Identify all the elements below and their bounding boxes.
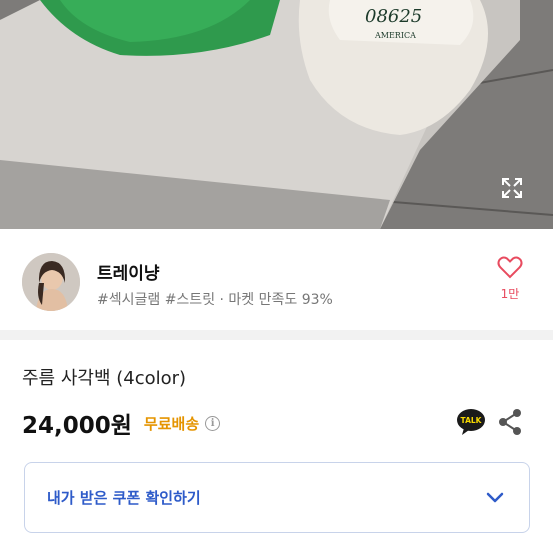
seller-name[interactable]: 트레이냥 (97, 259, 160, 284)
share-icon[interactable] (497, 408, 523, 436)
product-name: 주름 사각백 (4color) (22, 368, 187, 389)
like-count: 1만 (500, 287, 520, 301)
product-price: 24,000원 (22, 413, 132, 439)
cap-logo-text: 08625 (365, 6, 422, 27)
price-row: 24,000원 무료배송 i (22, 406, 221, 440)
like-button[interactable]: 1만 (492, 255, 528, 302)
talk-badge-text: TALK (461, 416, 483, 425)
free-shipping-label: 무료배송 (143, 414, 200, 433)
coupon-check-button[interactable]: 내가 받은 쿠폰 확인하기 (24, 462, 530, 533)
product-photo[interactable]: 08625 AMERICA (0, 0, 553, 229)
kakao-talk-button[interactable]: TALK (456, 408, 486, 436)
seller-section[interactable]: 트레이냥 #섹시글램 #스트릿 · 마켓 만족도 93% 1만 (0, 229, 553, 329)
cap-logo-subtext: AMERICA (374, 31, 416, 40)
photo-illustration: 08625 AMERICA (0, 0, 553, 229)
info-icon[interactable]: i (205, 415, 221, 431)
section-divider (0, 330, 553, 340)
seller-avatar[interactable] (22, 253, 80, 311)
expand-icon[interactable] (500, 176, 530, 206)
seller-tags: #섹시글램 #스트릿 · 마켓 만족도 93% (97, 292, 333, 308)
coupon-label: 내가 받은 쿠폰 확인하기 (47, 489, 201, 507)
heart-icon (497, 256, 523, 279)
chevron-down-icon (486, 492, 504, 503)
